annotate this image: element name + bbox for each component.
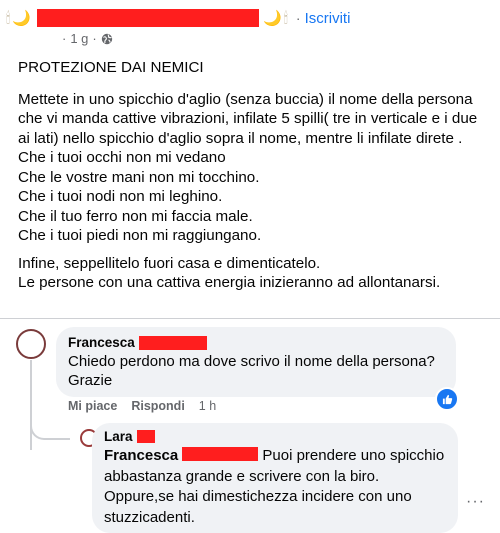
thread-line [30, 360, 32, 450]
redacted-surname [138, 335, 207, 350]
redacted-page-name[interactable] [36, 9, 259, 27]
comment-actions: Mi piace Rispondi 1 h [68, 399, 216, 413]
comments-divider [0, 318, 500, 319]
globe-icon [101, 33, 112, 44]
more-options-icon[interactable]: ··· [466, 493, 485, 511]
reply-text-block: Francesca Puoi prendere uno spicchio abb… [104, 446, 446, 528]
comment-author[interactable]: Francesca [68, 335, 444, 350]
post-time[interactable]: 1 g [70, 31, 88, 46]
avatar[interactable] [16, 329, 46, 359]
separator-dot: · [92, 31, 97, 46]
reply-author[interactable]: Lara [104, 429, 446, 444]
like-button[interactable]: Mi piace [68, 399, 117, 413]
thread-connector [30, 418, 70, 440]
redacted-surname [136, 430, 155, 443]
separator-dot: · [62, 31, 67, 46]
like-reaction-icon[interactable] [435, 387, 459, 411]
comment-author-name[interactable]: Francesca [68, 335, 135, 350]
reply-bubble: Lara Francesca Puoi prendere uno spicchi… [92, 423, 458, 533]
reply-button[interactable]: Rispondi [131, 399, 184, 413]
post-header: 🕯 🌙 🌙 🕯 · Iscriviti [6, 6, 350, 30]
moon-icon: 🌙 [262, 9, 282, 27]
post-content: PROTEZIONE DAI NEMICI Mettete in uno spi… [18, 58, 488, 293]
thumbs-up-icon [442, 394, 452, 404]
separator-dot: · [295, 10, 301, 26]
post-closing: Infine, seppellitelo fuori casa e diment… [18, 254, 441, 292]
post-title: PROTEZIONE DAI NEMICI [18, 59, 204, 76]
post-meta: · 1 g · [62, 31, 113, 46]
redacted-surname [182, 447, 259, 461]
comment-text: Chiedo perdono ma dove scrivo il nome de… [68, 353, 435, 389]
mention-link[interactable]: Francesca [104, 447, 178, 464]
moon-icon: 🌙 [12, 9, 31, 27]
candle-icon: 🕯 [283, 9, 288, 27]
post-body: Mettete in uno spicchio d'aglio (senza b… [18, 90, 478, 245]
comment-time[interactable]: 1 h [199, 399, 216, 413]
reply-author-name[interactable]: Lara [104, 429, 133, 444]
subscribe-button[interactable]: Iscriviti [305, 10, 351, 27]
candle-icon: 🕯 [6, 9, 11, 27]
comment-bubble: Francesca Chiedo perdono ma dove scrivo … [56, 327, 456, 397]
